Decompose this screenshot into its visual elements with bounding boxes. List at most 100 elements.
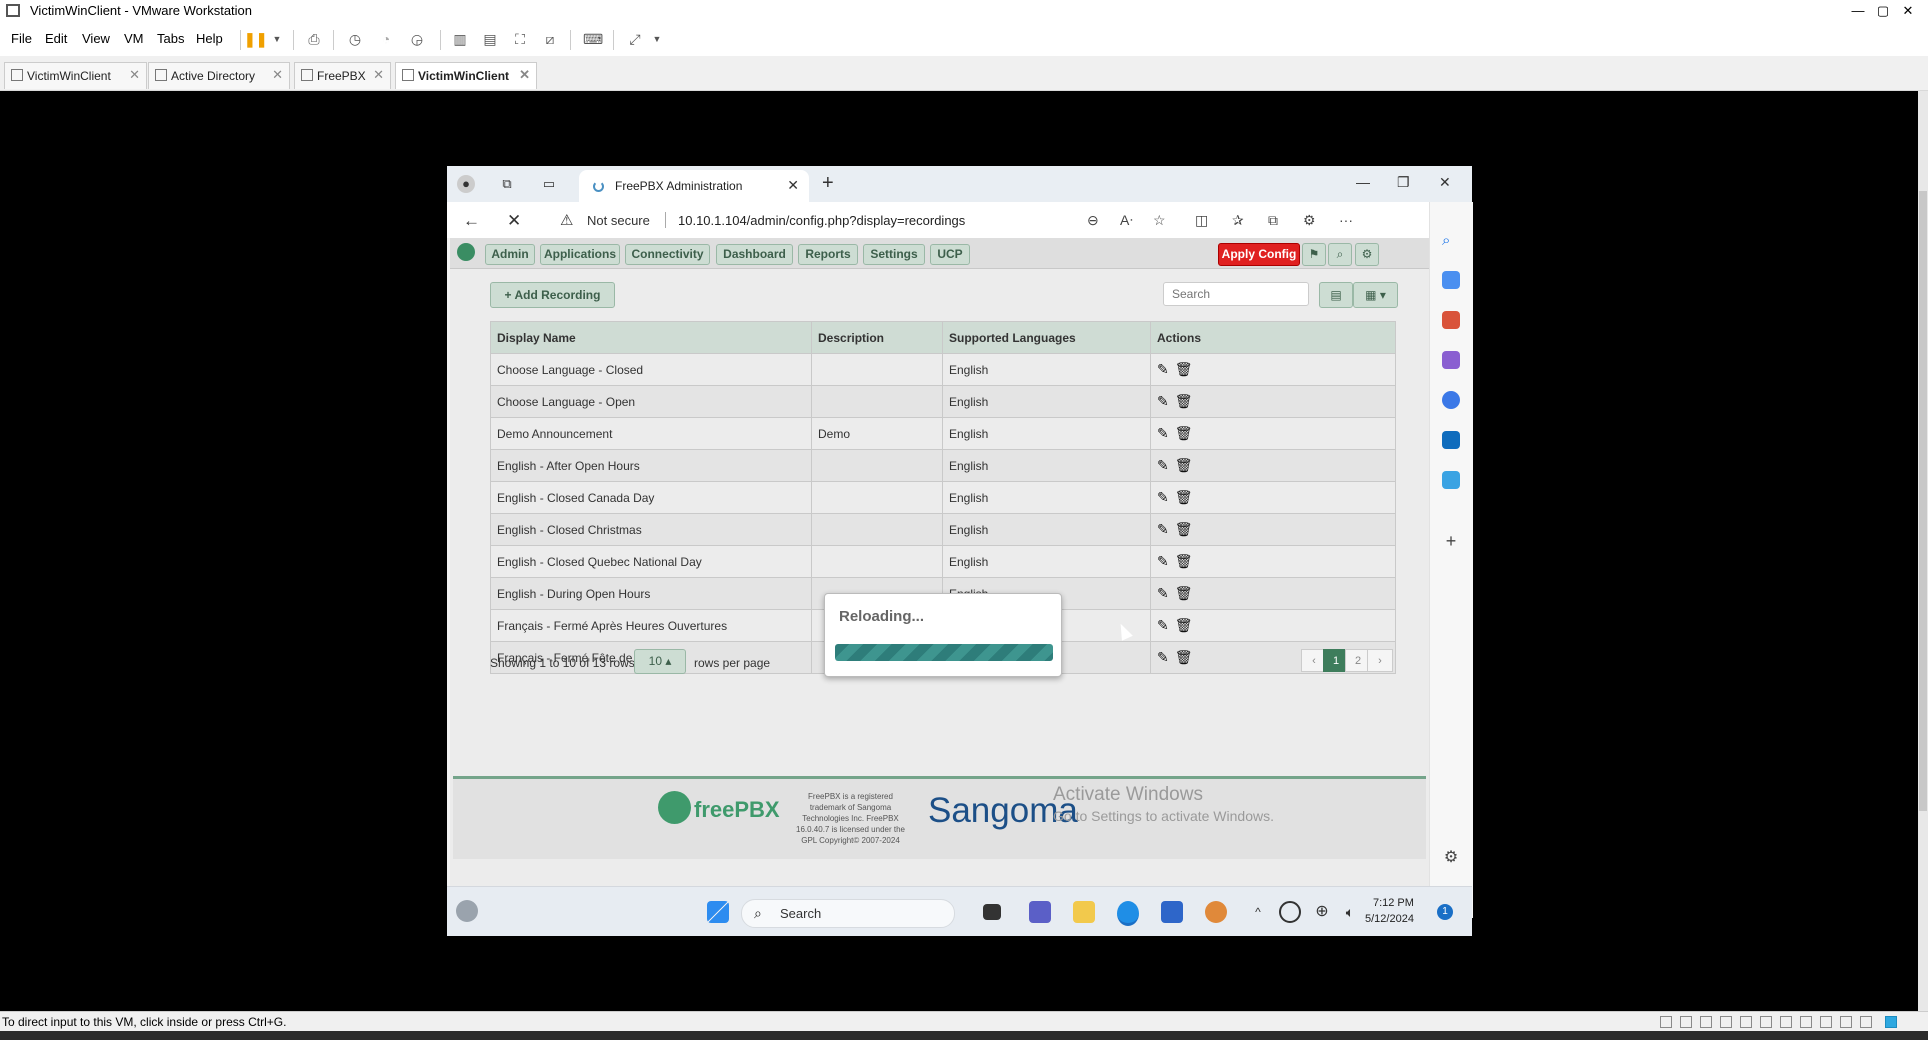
add-sidebar-icon[interactable]: +	[1442, 532, 1460, 550]
split-screen-icon[interactable]: ◫	[1195, 212, 1208, 229]
menu-file[interactable]: File	[11, 31, 32, 46]
vm-scrollbar[interactable]	[1918, 91, 1928, 1011]
edit-pencil-icon[interactable]: ✎	[1157, 393, 1169, 410]
new-tab-icon[interactable]: +	[822, 172, 834, 195]
stretch-icon[interactable]: ⤢	[625, 29, 645, 49]
nav-dashboard[interactable]: Dashboard	[716, 244, 793, 265]
freepbx-logo-icon[interactable]	[457, 243, 475, 261]
close-tab-icon[interactable]: ✕	[787, 177, 799, 194]
close-tab-icon[interactable]: ✕	[129, 67, 140, 83]
delete-trash-icon[interactable]: 🗑︎	[1175, 393, 1193, 410]
edit-pencil-icon[interactable]: ✎	[1157, 457, 1169, 474]
microsoft-365-icon[interactable]	[1442, 391, 1460, 409]
language-icon[interactable]: ⚑	[1302, 243, 1326, 266]
menu-edit[interactable]: Edit	[45, 31, 67, 46]
toggle-view-icon[interactable]: ▤	[1319, 282, 1353, 308]
close-icon[interactable]: ✕	[1898, 1, 1918, 21]
edit-pencil-icon[interactable]: ✎	[1157, 617, 1169, 634]
edit-pencil-icon[interactable]: ✎	[1157, 489, 1169, 506]
menu-help[interactable]: Help	[196, 31, 223, 46]
library-icon[interactable]: ▥	[450, 29, 470, 49]
message-log-icon[interactable]	[1885, 1016, 1897, 1028]
back-icon[interactable]: ←	[463, 211, 480, 231]
taskbar-search[interactable]: ⌕ Search	[741, 899, 955, 928]
clock[interactable]: 7:12 PM 5/12/2024	[1365, 895, 1414, 927]
nav-admin[interactable]: Admin	[485, 244, 535, 265]
apply-config-button[interactable]: Apply Config	[1218, 243, 1300, 266]
vm-tab-active-directory[interactable]: Active Directory ✕	[148, 62, 290, 89]
volume-icon[interactable]: 🔈︎	[1339, 901, 1361, 923]
menu-vm[interactable]: VM	[124, 31, 144, 46]
menu-tabs[interactable]: Tabs	[157, 31, 184, 46]
edit-pencil-icon[interactable]: ✎	[1157, 361, 1169, 378]
shared-folder-icon[interactable]	[1840, 1016, 1852, 1028]
edge-tab-freepbx[interactable]: FreePBX Administration ✕	[579, 170, 809, 202]
delete-trash-icon[interactable]: 🗑︎	[1175, 553, 1193, 570]
close-tab-icon[interactable]: ✕	[373, 67, 384, 83]
snapshot-icon[interactable]: ◷	[345, 29, 365, 49]
nav-reports[interactable]: Reports	[798, 244, 858, 265]
columns-dropdown-icon[interactable]: ▦ ▾	[1353, 282, 1398, 308]
edit-pencil-icon[interactable]: ✎	[1157, 585, 1169, 602]
edit-pencil-icon[interactable]: ✎	[1157, 553, 1169, 570]
vm-tab-freepbx[interactable]: FreePBX ✕	[294, 62, 391, 89]
start-icon[interactable]	[707, 901, 729, 923]
column-display-name[interactable]: Display Name	[490, 321, 812, 354]
display-icon[interactable]	[1760, 1016, 1772, 1028]
cd-dvd-icon[interactable]	[1780, 1016, 1792, 1028]
full-screen-icon[interactable]: ⛶	[510, 29, 530, 49]
warning-icon[interactable]: ⚠	[560, 211, 573, 229]
notification-badge[interactable]: 1	[1437, 904, 1453, 920]
stretch-dropdown-icon[interactable]: ▼	[647, 29, 667, 49]
extensions-icon[interactable]: ⚙	[1303, 212, 1316, 229]
search-icon[interactable]: ⌕	[1328, 243, 1352, 266]
globe-icon[interactable]: ⊕	[1311, 901, 1333, 923]
network-tray-icon[interactable]	[1279, 901, 1301, 923]
maximize-icon[interactable]: ▢	[1873, 1, 1893, 21]
sound-card-icon[interactable]	[1740, 1016, 1752, 1028]
task-view-icon[interactable]	[983, 904, 1001, 920]
close-tab-icon[interactable]: ✕	[272, 67, 283, 83]
nav-settings[interactable]: Settings	[863, 244, 925, 265]
stop-loading-icon[interactable]: ✕	[507, 211, 521, 231]
search-input[interactable]	[1163, 282, 1309, 306]
games-icon[interactable]	[1442, 351, 1460, 369]
wireshark-icon[interactable]	[1205, 901, 1227, 923]
sidebar-settings-icon[interactable]: ⚙	[1442, 849, 1460, 867]
nav-ucp[interactable]: UCP	[930, 244, 970, 265]
widgets-icon[interactable]	[456, 900, 478, 922]
store-icon[interactable]	[1161, 901, 1183, 923]
nav-applications[interactable]: Applications	[540, 244, 620, 265]
search-icon[interactable]: ⌕	[1442, 232, 1460, 250]
dropdown-icon[interactable]: ▼	[267, 29, 287, 49]
guest-screen[interactable]: ● ⧉ ▭ FreePBX Administration ✕ + — ❐ ✕ ←…	[447, 166, 1473, 936]
menu-view[interactable]: View	[82, 31, 110, 46]
hard-disk-icon[interactable]	[1660, 1016, 1672, 1028]
edge-icon[interactable]	[1117, 901, 1139, 926]
edit-pencil-icon[interactable]: ✎	[1157, 521, 1169, 538]
minimize-icon[interactable]: —	[1848, 1, 1868, 21]
chevron-up-icon[interactable]: ^	[1247, 901, 1269, 923]
delete-trash-icon[interactable]: 🗑︎	[1175, 457, 1193, 474]
outlook-icon[interactable]	[1442, 431, 1460, 449]
unity-icon[interactable]: ⧄	[540, 29, 560, 49]
not-secure-label[interactable]: Not secure	[587, 213, 650, 228]
favorites-icon[interactable]: ✰	[1232, 212, 1244, 229]
revert-snapshot-icon[interactable]: ◔	[376, 29, 396, 49]
delete-trash-icon[interactable]: 🗑︎	[1175, 617, 1193, 634]
delete-trash-icon[interactable]: 🗑︎	[1175, 585, 1193, 602]
printer-icon[interactable]	[1720, 1016, 1732, 1028]
url-text[interactable]: 10.10.1.104/admin/config.php?display=rec…	[678, 213, 965, 228]
restore-icon[interactable]: ❐	[1397, 174, 1410, 191]
edit-pencil-icon[interactable]: ✎	[1157, 649, 1169, 666]
send-ctrl-alt-del-icon[interactable]: ⎙	[304, 29, 324, 49]
address-bar[interactable]: ⚠ Not secure 10.10.1.104/admin/config.ph…	[552, 206, 1112, 234]
thumbnail-bar-icon[interactable]: ▤	[480, 29, 500, 49]
delete-trash-icon[interactable]: 🗑︎	[1175, 521, 1193, 538]
add-recording-button[interactable]: + Add Recording	[490, 282, 615, 308]
collections-icon[interactable]: ⧉	[1268, 212, 1278, 229]
network-adapter-icon[interactable]	[1680, 1016, 1692, 1028]
nav-connectivity[interactable]: Connectivity	[625, 244, 710, 265]
shopping-icon[interactable]	[1442, 271, 1460, 289]
vm-tab-victimwinclient-1[interactable]: VictimWinClient ✕	[4, 62, 147, 89]
